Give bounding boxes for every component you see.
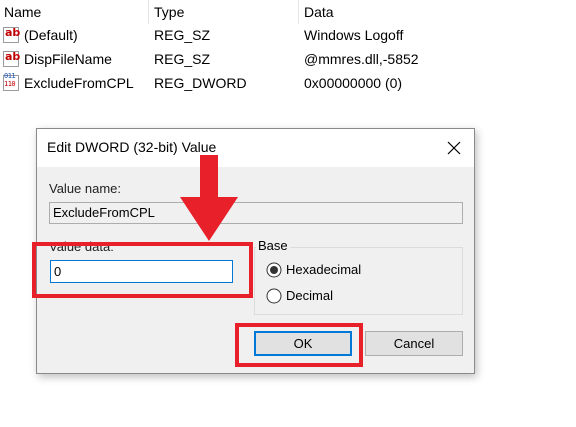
dialog-titlebar[interactable]: Edit DWORD (32-bit) Value	[37, 129, 474, 167]
base-label: Base	[256, 238, 290, 253]
row-type: REG_SZ	[154, 51, 211, 67]
column-header-data-label: Data	[304, 4, 334, 20]
row-name: ExcludeFromCPL	[24, 75, 134, 91]
string-value-icon: ab	[3, 26, 20, 43]
hexadecimal-radio[interactable]	[266, 262, 282, 278]
registry-row-dispfilename[interactable]: ab DispFileName REG_SZ @mmres.dll,-5852	[0, 48, 576, 70]
radio-selected-icon	[266, 262, 282, 278]
column-header-data[interactable]: Data	[300, 0, 574, 24]
row-name: DispFileName	[24, 51, 112, 67]
registry-row-excludefromcpl[interactable]: 011 110 ExcludeFromCPL REG_DWORD 0x00000…	[0, 72, 576, 94]
column-separator[interactable]	[298, 0, 299, 24]
row-type: REG_SZ	[154, 27, 211, 43]
arrow-down-icon	[180, 155, 238, 241]
row-name: (Default)	[24, 27, 78, 43]
column-header-type[interactable]: Type	[150, 0, 300, 24]
close-button[interactable]	[440, 135, 468, 161]
row-data: Windows Logoff	[304, 27, 404, 43]
base-groupbox	[254, 247, 463, 315]
registry-list-header: Name Type Data	[0, 0, 576, 24]
value-data-highlight	[32, 242, 253, 298]
column-header-name[interactable]: Name	[0, 0, 150, 24]
column-header-type-label: Type	[154, 4, 185, 20]
radio-unselected-icon	[266, 288, 282, 304]
decimal-label[interactable]: Decimal	[286, 288, 333, 303]
row-data: @mmres.dll,-5852	[304, 51, 419, 67]
ok-button-highlight	[235, 323, 363, 367]
row-type: REG_DWORD	[154, 75, 247, 91]
hexadecimal-label[interactable]: Hexadecimal	[286, 262, 361, 277]
dialog-title: Edit DWORD (32-bit) Value	[47, 139, 217, 155]
column-separator[interactable]	[148, 0, 149, 24]
registry-row-default[interactable]: ab (Default) REG_SZ Windows Logoff	[0, 24, 576, 46]
decimal-radio[interactable]	[266, 288, 282, 304]
string-value-icon: ab	[3, 50, 20, 67]
column-header-name-label: Name	[4, 4, 42, 20]
value-name-field: ExcludeFromCPL	[49, 202, 463, 224]
close-icon	[447, 141, 461, 155]
cancel-button[interactable]: Cancel	[365, 331, 463, 356]
value-name-label: Value name:	[49, 181, 122, 196]
row-data: 0x00000000 (0)	[304, 75, 403, 91]
dword-value-icon: 011 110	[3, 72, 19, 91]
